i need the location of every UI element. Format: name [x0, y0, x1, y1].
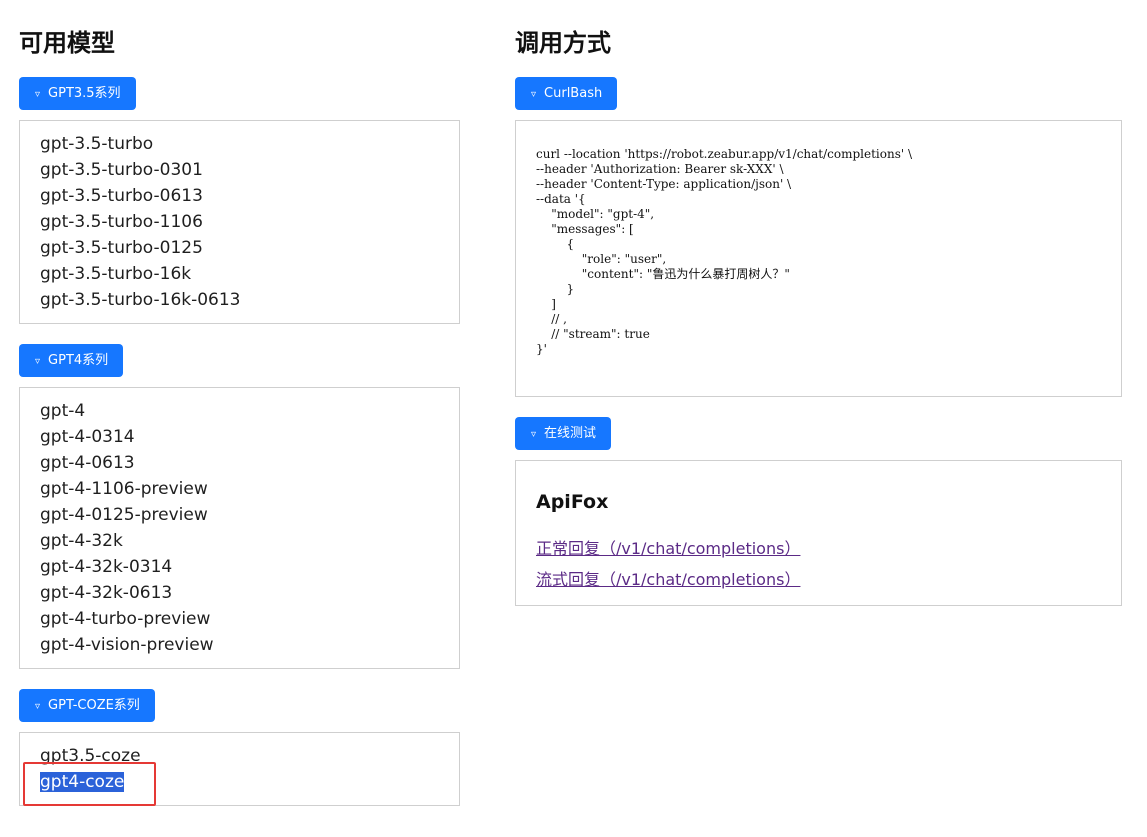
gpt35-models-panel: gpt-3.5-turbo gpt-3.5-turbo-0301 gpt-3.5…: [19, 120, 460, 324]
list-item: gpt-4-1106-preview: [40, 479, 208, 499]
gpt35-model-list: gpt-3.5-turbo gpt-3.5-turbo-0301 gpt-3.5…: [20, 121, 459, 313]
online-test-panel: ApiFox 正常回复（/v1/chat/completions） 流式回复（/…: [515, 460, 1122, 606]
list-item: gpt-4-32k: [40, 531, 123, 551]
apifox-heading: ApiFox: [536, 491, 609, 513]
list-item: gpt-4-0314: [40, 427, 135, 447]
gpt4-series-label: GPT4系列: [48, 353, 109, 368]
usage-title: 调用方式: [515, 29, 611, 57]
gpt-coze-model-list: gpt3.5-coze gpt4-coze: [20, 733, 459, 795]
list-item: gpt-4-0613: [40, 453, 135, 473]
triangle-down-icon: ▿: [531, 429, 537, 440]
list-item: gpt3.5-coze: [40, 746, 141, 766]
gpt-coze-models-panel: gpt3.5-coze gpt4-coze: [19, 732, 460, 806]
list-item: gpt-4-32k-0613: [40, 583, 173, 603]
list-item: gpt-4-0125-preview: [40, 505, 208, 525]
curlbash-label: CurlBash: [544, 86, 603, 101]
stream-reply-link[interactable]: 流式回复（/v1/chat/completions）: [536, 566, 800, 590]
gpt35-series-label: GPT3.5系列: [48, 86, 121, 101]
list-item: gpt-4: [40, 401, 86, 421]
selected-model-text: gpt4-coze: [40, 772, 125, 792]
gpt-coze-series-label: GPT-COZE系列: [48, 698, 140, 713]
gpt35-series-toggle[interactable]: ▿ GPT3.5系列: [19, 77, 136, 110]
online-test-toggle[interactable]: ▿ 在线测试: [515, 417, 612, 450]
list-item: gpt-3.5-turbo-1106: [40, 212, 203, 232]
triangle-down-icon: ▿: [35, 356, 41, 367]
gpt-coze-series-toggle[interactable]: ▿ GPT-COZE系列: [19, 689, 155, 722]
list-item: gpt-4-vision-preview: [40, 635, 214, 655]
list-item: gpt-3.5-turbo-0613: [40, 186, 203, 206]
list-item: gpt-3.5-turbo: [40, 134, 154, 154]
gpt4-models-panel: gpt-4 gpt-4-0314 gpt-4-0613 gpt-4-1106-p…: [19, 387, 460, 669]
available-models-title: 可用模型: [19, 29, 115, 57]
curl-code-panel: curl --location 'https://robot.zeabur.ap…: [515, 120, 1122, 397]
curl-code-block: curl --location 'https://robot.zeabur.ap…: [536, 147, 913, 356]
normal-reply-link[interactable]: 正常回复（/v1/chat/completions）: [536, 535, 800, 559]
triangle-down-icon: ▿: [35, 701, 41, 712]
gpt4-model-list: gpt-4 gpt-4-0314 gpt-4-0613 gpt-4-1106-p…: [20, 388, 459, 658]
curlbash-toggle[interactable]: ▿ CurlBash: [515, 77, 618, 110]
triangle-down-icon: ▿: [35, 89, 41, 100]
online-test-label: 在线测试: [544, 426, 597, 441]
list-item: gpt-3.5-turbo-16k: [40, 264, 192, 284]
triangle-down-icon: ▿: [531, 89, 537, 100]
list-item: gpt-3.5-turbo-16k-0613: [40, 290, 241, 310]
list-item: gpt-3.5-turbo-0125: [40, 238, 203, 258]
list-item: gpt-3.5-turbo-0301: [40, 160, 203, 180]
list-item: gpt-4-32k-0314: [40, 557, 173, 577]
list-item-selected: gpt4-coze: [40, 769, 459, 795]
list-item: gpt-4-turbo-preview: [40, 609, 211, 629]
gpt4-series-toggle[interactable]: ▿ GPT4系列: [19, 344, 124, 377]
